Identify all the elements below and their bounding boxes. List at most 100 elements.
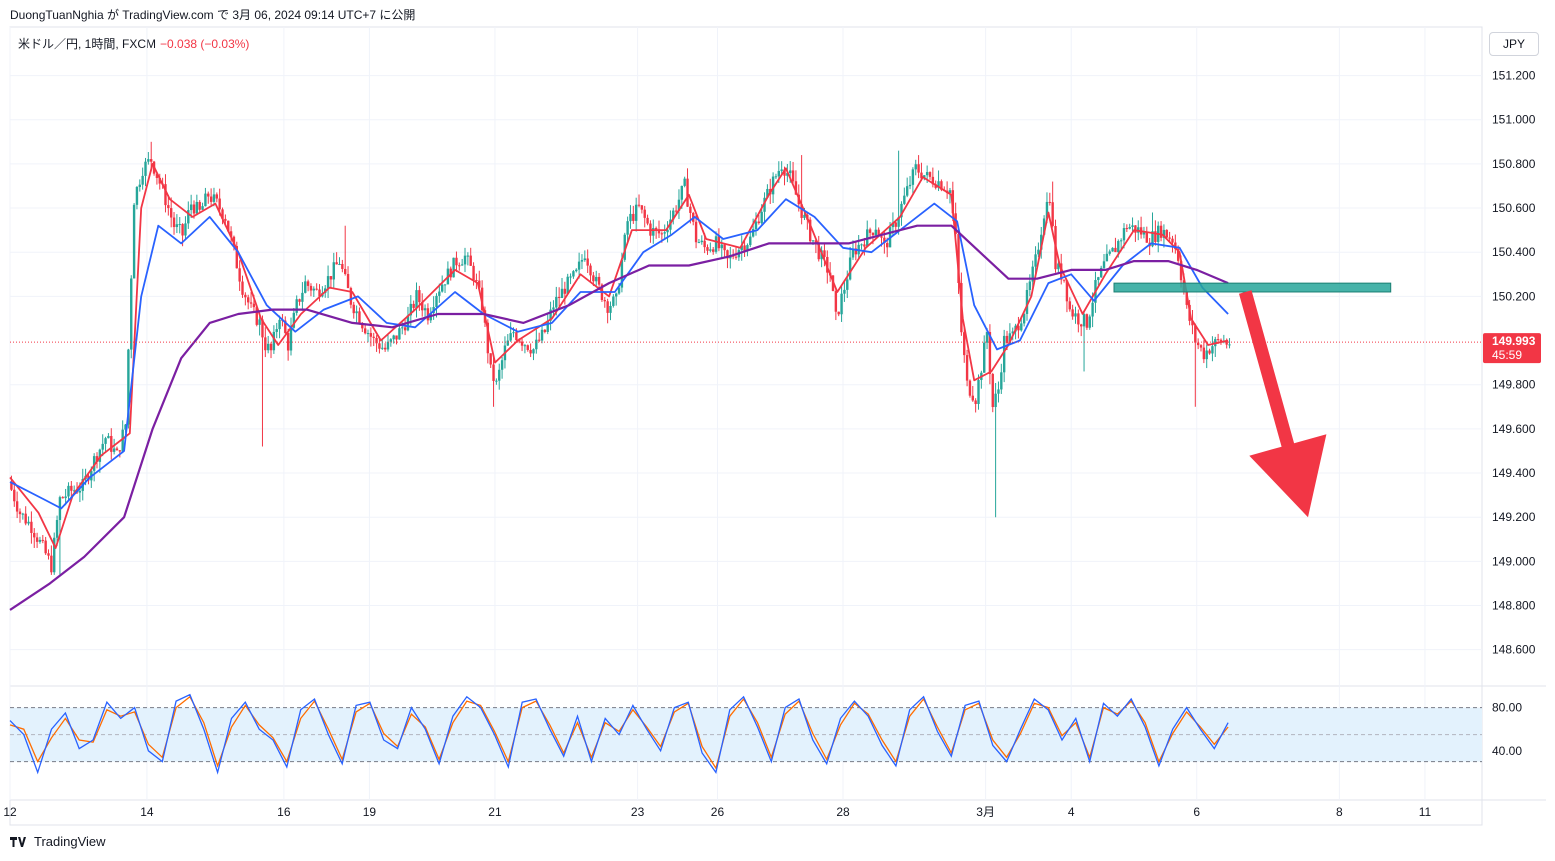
candle-body <box>18 511 22 515</box>
candle-body <box>572 271 575 277</box>
candle-body <box>455 257 458 266</box>
brand-label: TradingView <box>34 834 106 849</box>
candle-body <box>1211 346 1214 354</box>
candle-body <box>777 170 781 177</box>
candle-body <box>811 240 815 242</box>
chart-grid <box>9 26 1546 826</box>
candle-body <box>386 341 390 350</box>
candle-body <box>64 496 67 499</box>
candle-body <box>369 333 373 337</box>
candle-body <box>107 435 110 439</box>
candle-body <box>212 194 216 202</box>
candle-body <box>458 265 461 267</box>
price-chart[interactable]: 149.99345:59 151.200 151.000 150.800 150.60… <box>0 0 1555 861</box>
candle-body <box>249 302 253 304</box>
chart-frame <box>9 26 1483 826</box>
candle-body <box>1097 277 1100 281</box>
candle-body <box>1034 254 1037 267</box>
candle-body <box>983 342 986 373</box>
candle-body <box>398 328 401 340</box>
candle-body <box>306 281 310 286</box>
candle-body <box>689 206 692 213</box>
candle-body <box>1134 225 1137 233</box>
candle-body <box>706 247 709 251</box>
candle-body <box>115 448 119 451</box>
candle-body <box>908 184 912 187</box>
candle-body <box>395 335 398 340</box>
candle-body <box>837 311 840 315</box>
candle-body <box>749 236 752 246</box>
candle-body <box>757 221 761 224</box>
candle-body <box>238 268 241 282</box>
candle-body <box>840 293 843 315</box>
candle-body <box>178 224 181 226</box>
candle-body <box>500 360 504 370</box>
price-tick-label: 150.400 <box>1492 245 1536 259</box>
candle-body <box>169 208 173 218</box>
candle-body <box>189 204 193 211</box>
candle-body <box>301 292 304 302</box>
candle-body <box>1000 372 1003 390</box>
candle-body <box>15 501 19 512</box>
price-tick-label: 150.600 <box>1492 201 1536 215</box>
time-tick-label: 8 <box>1336 805 1343 819</box>
candle-body <box>341 263 344 269</box>
candle-body <box>720 244 723 249</box>
candle-body <box>894 222 897 227</box>
tradingview-logo: TradingView <box>10 834 106 849</box>
candle-body <box>863 244 866 247</box>
candle-body <box>843 289 846 294</box>
candle-body <box>780 169 783 171</box>
candle-body <box>540 329 544 341</box>
candle-body <box>138 184 141 188</box>
candle-body <box>674 210 678 212</box>
candle-body <box>38 539 42 542</box>
candle-body <box>335 262 338 265</box>
candle-body <box>363 328 367 334</box>
candle-body <box>560 288 564 298</box>
candle-body <box>714 236 718 252</box>
candle-body <box>723 244 726 251</box>
candle-body <box>1122 228 1126 241</box>
candle-body <box>709 249 712 251</box>
price-tick-label: 149.600 <box>1492 422 1536 436</box>
candle-body <box>597 276 601 285</box>
price-tick-label: 150.800 <box>1492 157 1536 171</box>
candle-body <box>192 204 196 214</box>
price-tick-label: 150.200 <box>1492 289 1536 303</box>
candle-body <box>110 435 113 452</box>
candle-body <box>67 485 70 497</box>
candle-body <box>760 211 763 224</box>
candle-body <box>580 260 584 262</box>
candle-body <box>201 206 204 210</box>
candle-body <box>50 555 53 573</box>
candle-body <box>204 193 207 207</box>
candle-body <box>286 332 290 351</box>
candle-body <box>523 345 527 347</box>
time-axis: 12 14 16 19 21 23 26 28 3月 4 6 8 11 <box>3 805 1431 819</box>
time-tick-label: 23 <box>631 805 645 819</box>
candle-body <box>495 380 498 382</box>
candle-body <box>1085 314 1089 328</box>
candle-body <box>563 288 567 294</box>
price-tick-label: 151.000 <box>1492 113 1536 127</box>
candle-body <box>903 195 906 204</box>
candle-body <box>928 172 932 177</box>
candle-body <box>349 288 353 305</box>
candle-body <box>965 355 969 381</box>
candle-body <box>244 294 247 298</box>
candle-body <box>346 273 350 289</box>
candle-body <box>209 196 213 202</box>
price-tick-label: 149.200 <box>1492 510 1536 524</box>
candle-body <box>47 553 50 556</box>
candle-body <box>1068 301 1071 310</box>
candle-body <box>435 295 438 307</box>
candle-body <box>469 255 472 266</box>
candle-body <box>697 242 701 244</box>
price-tick-label: 149.800 <box>1492 378 1536 392</box>
candle-body <box>167 205 170 209</box>
candle-body <box>1079 324 1083 327</box>
candle-body <box>925 172 929 176</box>
candle-body <box>515 332 518 341</box>
candle-body <box>846 279 849 290</box>
